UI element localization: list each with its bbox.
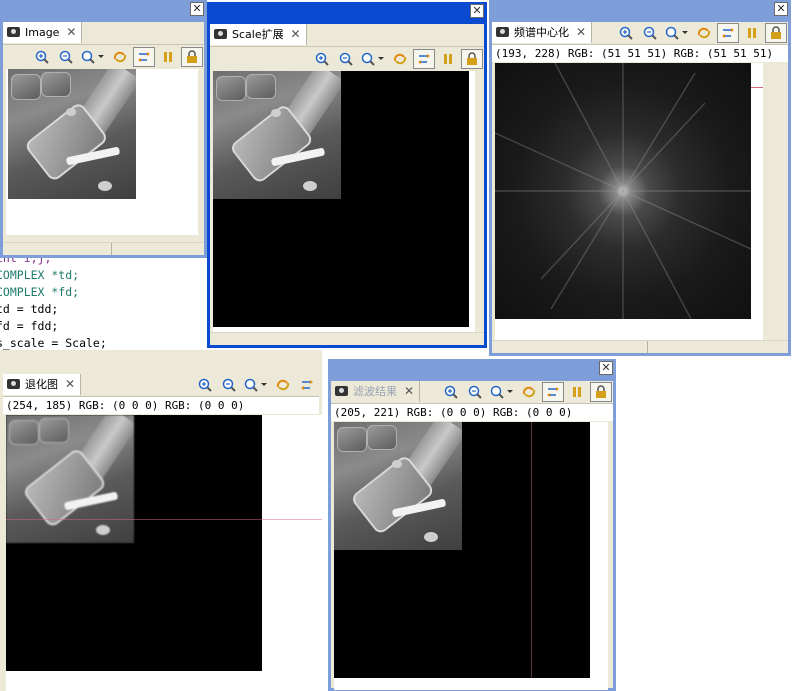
tab-degrade[interactable]: 退化图 ✕: [3, 374, 81, 395]
refresh-icon[interactable]: [109, 47, 131, 67]
view-toolbar: [614, 22, 788, 44]
image-canvas[interactable]: [334, 422, 608, 690]
camera-icon: [7, 27, 20, 37]
zoom-out-icon[interactable]: [218, 375, 240, 395]
window-close-button[interactable]: ✕: [470, 4, 484, 18]
tab-bar: 滤波结果 ✕: [331, 381, 613, 404]
refresh-icon[interactable]: [518, 382, 540, 402]
camera-icon: [7, 379, 20, 389]
window-close-button[interactable]: ✕: [190, 2, 204, 16]
crosshair-vertical: [531, 422, 532, 678]
tab-close-icon[interactable]: ✕: [291, 24, 301, 45]
refresh-icon[interactable]: [693, 23, 715, 43]
code-line: COMPLEX *td;: [0, 268, 80, 282]
tab-bar: 频谱中心化 ✕: [492, 22, 788, 45]
pixel-readout: (254, 185) RGB: (0 0 0) RGB: (0 0 0): [3, 397, 319, 414]
view-toolbar: [3, 45, 204, 69]
image-canvas[interactable]: [6, 415, 322, 691]
zoom-out-icon[interactable]: [464, 382, 486, 402]
pause-icon[interactable]: [437, 49, 459, 69]
zoom-in-icon[interactable]: [194, 375, 216, 395]
tab-spectrum[interactable]: 频谱中心化 ✕: [492, 22, 592, 43]
lock-icon[interactable]: [181, 47, 203, 67]
pause-icon[interactable]: [157, 47, 179, 67]
tab-label: Scale扩展: [232, 28, 284, 41]
zoom-out-icon[interactable]: [639, 23, 661, 43]
lock-icon[interactable]: [765, 23, 787, 43]
tab-close-icon[interactable]: ✕: [66, 22, 76, 43]
tab-bar: Scale扩展 ✕: [210, 24, 484, 47]
zoom-in-icon[interactable]: [615, 23, 637, 43]
view-toolbar: [210, 47, 484, 71]
tab-bar: Image ✕: [3, 22, 204, 45]
sync-icon[interactable]: [717, 23, 739, 43]
zoom-fit-icon[interactable]: [359, 49, 387, 69]
status-bar: [492, 340, 788, 353]
zoom-out-icon[interactable]: [55, 47, 77, 67]
pixel-readout: (193, 228) RGB: (51 51 51) RGB: (51 51 5…: [492, 45, 788, 62]
zoom-fit-icon[interactable]: [79, 47, 107, 67]
degrade-window: 退化图 ✕ (254, 185) RGB: (0 0 0) RGB: (0 0 …: [0, 350, 322, 691]
status-bar: [3, 242, 204, 255]
pause-icon[interactable]: [741, 23, 763, 43]
view-toolbar: [439, 381, 613, 403]
spectrum-window: ✕ 频谱中心化 ✕ (193, 228) RGB: (51 51 51) RGB…: [489, 0, 791, 356]
refresh-icon[interactable]: [272, 375, 294, 395]
zoom-in-icon[interactable]: [311, 49, 333, 69]
window-close-button[interactable]: ✕: [774, 2, 788, 16]
tab-close-icon[interactable]: ✕: [404, 381, 414, 402]
image-canvas[interactable]: [495, 63, 763, 341]
tab-label: 退化图: [25, 378, 58, 391]
crosshair-horizontal: [751, 87, 763, 88]
code-line: COMPLEX *fd;: [0, 285, 80, 299]
tab-close-icon[interactable]: ✕: [65, 374, 75, 395]
image-canvas[interactable]: [6, 69, 198, 235]
zoom-in-icon[interactable]: [440, 382, 462, 402]
image-canvas[interactable]: [213, 71, 475, 333]
tab-label: 滤波结果: [353, 385, 397, 398]
zoom-out-icon[interactable]: [335, 49, 357, 69]
zoom-fit-icon[interactable]: [242, 375, 270, 395]
tab-bar: 退化图 ✕: [3, 374, 319, 397]
view-toolbar: [193, 374, 319, 396]
camera-icon: [214, 29, 227, 39]
status-bar: [210, 332, 484, 345]
lock-icon[interactable]: [590, 382, 612, 402]
tab-label: 频谱中心化: [514, 26, 569, 39]
zoom-fit-icon[interactable]: [663, 23, 691, 43]
sync-icon[interactable]: [542, 382, 564, 402]
crosshair-horizontal: [6, 519, 322, 520]
image-window: ✕ Image ✕: [0, 0, 207, 258]
sem-photo: [8, 69, 136, 199]
sem-photo: [213, 71, 341, 199]
sem-photo: [6, 415, 134, 543]
tab-image[interactable]: Image ✕: [3, 22, 83, 43]
zoom-in-icon[interactable]: [31, 47, 53, 67]
tab-filter[interactable]: 滤波结果 ✕: [331, 381, 420, 402]
sem-photo: [334, 422, 462, 550]
pause-icon[interactable]: [566, 382, 588, 402]
sync-icon[interactable]: [413, 49, 435, 69]
scale-window: ✕ Scale扩展 ✕: [207, 2, 487, 348]
refresh-icon[interactable]: [389, 49, 411, 69]
tab-scale[interactable]: Scale扩展 ✕: [210, 24, 307, 45]
zoom-fit-icon[interactable]: [488, 382, 516, 402]
camera-icon: [496, 27, 509, 37]
camera-icon: [335, 386, 348, 396]
filter-window: ✕ 滤波结果 ✕ (205, 221) RGB: (0 0 0) RGB: (0…: [328, 359, 616, 691]
window-close-button[interactable]: ✕: [599, 361, 613, 375]
tab-label: Image: [25, 26, 60, 39]
code-line: td = tdd;: [0, 302, 59, 316]
lock-icon[interactable]: [461, 49, 483, 69]
tab-close-icon[interactable]: ✕: [576, 22, 586, 43]
sync-icon[interactable]: [133, 47, 155, 67]
code-line: fd = fdd;: [0, 319, 59, 333]
spectrum-image: [495, 63, 751, 319]
sync-icon[interactable]: [296, 375, 318, 395]
pixel-readout: (205, 221) RGB: (0 0 0) RGB: (0 0 0): [331, 404, 613, 421]
